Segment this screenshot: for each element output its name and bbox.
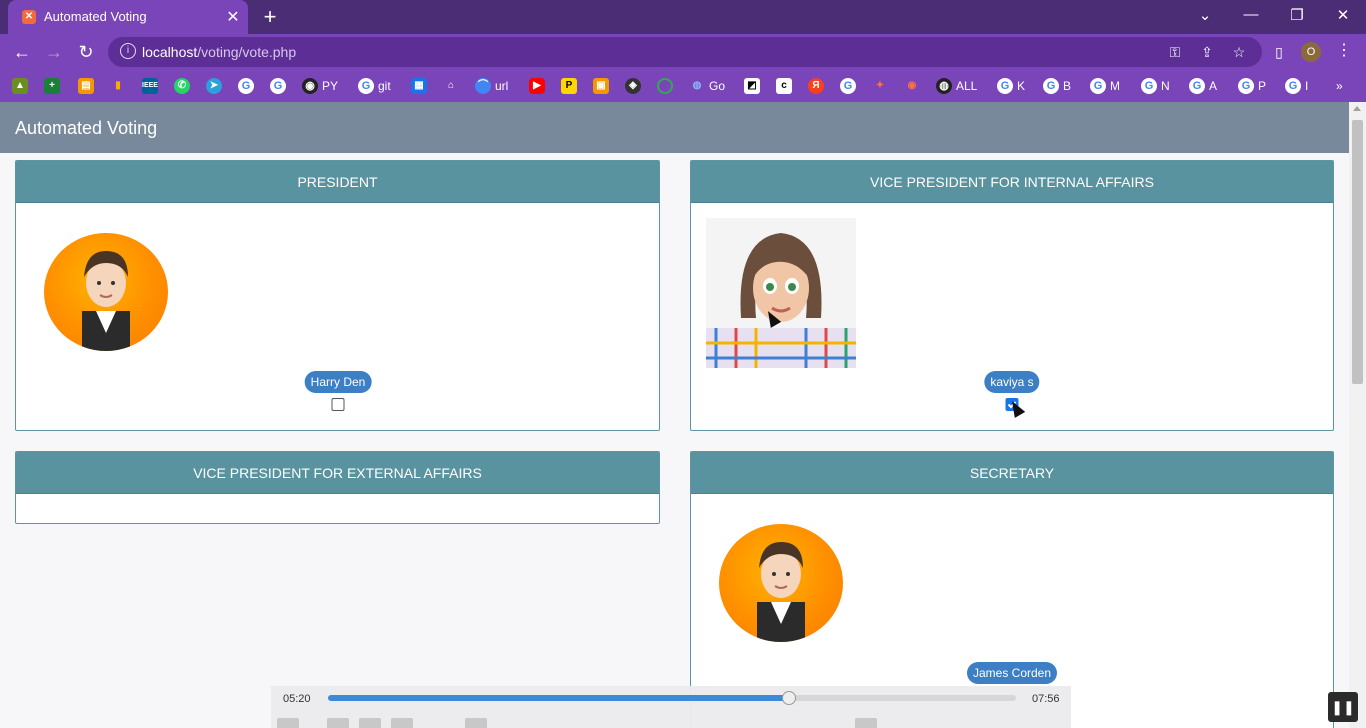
- bookmark-p[interactable]: GP: [1238, 77, 1266, 95]
- bookmark-n[interactable]: GN: [1141, 77, 1170, 95]
- female-avatar-icon: [706, 233, 856, 368]
- page-title: Automated Voting: [15, 118, 158, 138]
- bookmark-icon[interactable]: IEEE: [142, 77, 162, 95]
- bookmark-all[interactable]: ◍ ALL: [936, 77, 977, 95]
- pause-recording-icon[interactable]: ❚❚: [1328, 692, 1358, 722]
- position-title: SECRETARY: [691, 452, 1333, 494]
- position-title: PRESIDENT: [16, 161, 659, 203]
- browser-tab[interactable]: ✕ Automated Voting ✕: [8, 0, 248, 34]
- stop-icon[interactable]: [359, 718, 381, 728]
- bookmark-k[interactable]: GK: [997, 77, 1025, 95]
- menu-icon[interactable]: ⋮: [1336, 40, 1352, 60]
- bookmark-icon[interactable]: ▲: [12, 77, 32, 95]
- key-icon[interactable]: ⚿: [1166, 43, 1184, 61]
- reload-icon[interactable]: ↻: [75, 41, 97, 63]
- seek-handle[interactable]: [781, 691, 796, 705]
- back-icon[interactable]: ←: [11, 41, 33, 63]
- share-icon[interactable]: ⇪: [1198, 43, 1216, 61]
- candidate-photo: [44, 233, 168, 351]
- telegram-icon[interactable]: ➤: [206, 77, 226, 95]
- pause-icon[interactable]: [277, 718, 299, 728]
- google-icon[interactable]: G: [270, 77, 290, 95]
- tab-search-icon[interactable]: ⌄: [1193, 6, 1217, 24]
- browser-toolbar: ← → ↻ i localhost/voting/vote.php ⚿ ⇪ ☆ …: [0, 34, 1366, 70]
- bookmark-m[interactable]: GM: [1090, 77, 1120, 95]
- bookmark-py[interactable]: ◉ PY: [302, 77, 338, 95]
- scroll-thumb[interactable]: [1352, 120, 1363, 384]
- bookmarks-bar: ▲ + ▤ ▮ IEEE ✆ ➤ G G ◉ PY Ggit ▦ ⌂ ⌒ url ▶…: [0, 70, 1366, 102]
- scrollbar[interactable]: [1349, 102, 1366, 728]
- whatsapp-icon[interactable]: ✆: [174, 77, 194, 95]
- position-title: VICE PRESIDENT FOR EXTERNAL AFFAIRS: [16, 452, 659, 494]
- position-panel-president: PRESIDENT Harry Den: [15, 160, 660, 431]
- address-bar[interactable]: i localhost/voting/vote.php ⚿ ⇪ ☆: [108, 37, 1262, 67]
- side-panel-icon[interactable]: ▯: [1270, 43, 1288, 61]
- candidate-photo: [706, 218, 856, 368]
- rewind-icon[interactable]: [327, 718, 349, 728]
- position-title: VICE PRESIDENT FOR INTERNAL AFFAIRS: [691, 161, 1333, 203]
- position-panel-vp-internal: VICE PRESIDENT FOR INTERNAL AFFAIRS kavi…: [690, 160, 1334, 431]
- bookmark-icon[interactable]: ✦: [872, 77, 892, 95]
- candidate-name-badge: Harry Den: [304, 371, 372, 393]
- tab-title: Automated Voting: [44, 9, 147, 24]
- bookmark-icon[interactable]: ◈: [625, 77, 645, 95]
- new-tab-icon[interactable]: +: [258, 4, 282, 30]
- google-icon[interactable]: G: [238, 77, 258, 95]
- bookmark-icon[interactable]: ◉: [904, 77, 924, 95]
- current-time: 05:20: [283, 693, 311, 705]
- position-panel-vp-external: VICE PRESIDENT FOR EXTERNAL AFFAIRS: [15, 451, 660, 524]
- url-text[interactable]: localhost/voting/vote.php: [142, 44, 296, 60]
- bookmark-icon[interactable]: P: [561, 77, 581, 95]
- loop-icon[interactable]: [855, 718, 877, 728]
- scroll-up-icon[interactable]: [1353, 106, 1361, 111]
- male-avatar-icon: [82, 251, 130, 351]
- bookmark-icon[interactable]: ◩: [744, 77, 764, 95]
- avatar[interactable]: O: [1301, 42, 1321, 62]
- bookmark-icon[interactable]: +: [44, 77, 64, 95]
- candidate-name-badge: James Corden: [966, 662, 1058, 684]
- xampp-icon: ✕: [22, 10, 36, 24]
- restore-icon[interactable]: ❐: [1285, 6, 1309, 24]
- bookmark-i[interactable]: GI: [1285, 77, 1308, 95]
- bookmark-icon[interactable]: ⌂: [443, 77, 463, 95]
- bookmark-b[interactable]: GB: [1043, 77, 1071, 95]
- bookmark-git[interactable]: Ggit: [358, 77, 391, 95]
- forward-icon[interactable]: [391, 718, 413, 728]
- seek-progress: [328, 695, 789, 701]
- close-tab-icon[interactable]: ✕: [224, 7, 242, 27]
- app-header: Automated Voting: [0, 102, 1349, 153]
- bookmark-url[interactable]: ⌒ url: [475, 77, 508, 95]
- close-window-icon[interactable]: ✕: [1331, 6, 1355, 24]
- bookmark-icon[interactable]: Я: [808, 77, 828, 95]
- bookmark-go[interactable]: ◍ Go: [689, 77, 725, 95]
- minimize-icon[interactable]: —: [1239, 6, 1263, 23]
- male-avatar-icon: [757, 542, 805, 642]
- vote-checkbox[interactable]: [331, 398, 345, 411]
- bookmark-icon[interactable]: ▦: [411, 77, 431, 95]
- candidate-photo: [719, 524, 843, 642]
- bookmark-icon[interactable]: ▮: [110, 77, 130, 95]
- star-icon[interactable]: ☆: [1230, 43, 1248, 61]
- media-player-bar: 05:20 07:56: [271, 686, 1071, 728]
- bookmark-icon[interactable]: ▤: [78, 77, 98, 95]
- google-icon[interactable]: G: [840, 77, 860, 95]
- bookmark-a[interactable]: GA: [1189, 77, 1217, 95]
- seek-bar[interactable]: [328, 691, 1016, 705]
- bookmark-icon[interactable]: [657, 77, 677, 95]
- more-bookmarks-icon[interactable]: »: [1336, 77, 1343, 95]
- browser-titlebar: ✕ Automated Voting ✕ + ⌄ — ❐ ✕: [0, 0, 1366, 34]
- youtube-icon[interactable]: ▶: [529, 77, 549, 95]
- bookmark-icon[interactable]: c: [776, 77, 796, 95]
- site-info-icon[interactable]: i: [120, 43, 136, 59]
- bookmark-icon[interactable]: ▣: [593, 77, 613, 95]
- total-time: 07:56: [1032, 693, 1060, 705]
- candidate-name-badge: kaviya s: [984, 371, 1040, 393]
- forward-icon[interactable]: →: [43, 41, 65, 63]
- fullscreen-icon[interactable]: [465, 718, 487, 728]
